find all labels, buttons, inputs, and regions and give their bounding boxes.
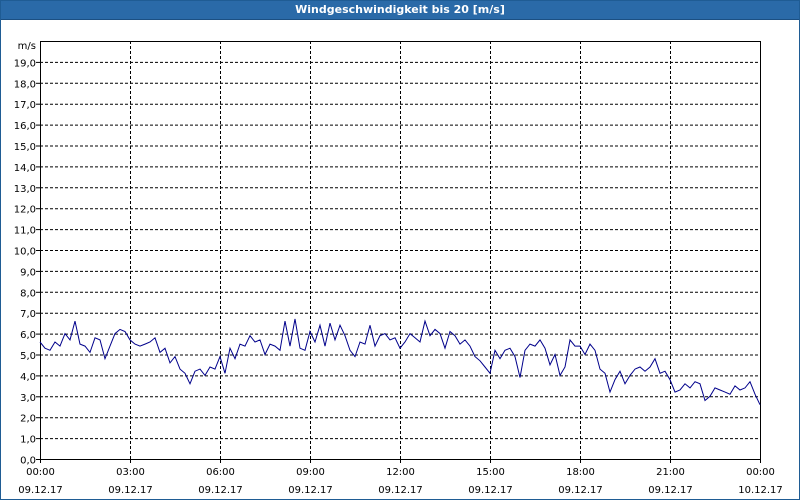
y-tick-label: 19,0 <box>14 58 36 69</box>
x-tick-date-label: 09.12.17 <box>558 485 603 496</box>
y-tick-label: 2,0 <box>20 414 36 425</box>
y-tick-label: 0,0 <box>20 456 36 467</box>
x-tick-time-label: 06:00 <box>206 467 235 478</box>
y-tick-label: 11,0 <box>14 226 36 237</box>
y-tick-label: 15,0 <box>14 142 36 153</box>
x-tick-date-label: 09.12.17 <box>288 485 333 496</box>
x-tick-date-label: 09.12.17 <box>378 485 423 496</box>
x-tick-time-label: 00:00 <box>26 467 55 478</box>
x-tick-time-label: 21:00 <box>656 467 685 478</box>
y-tick-label: 14,0 <box>14 163 36 174</box>
x-tick-time-label: 15:00 <box>476 467 505 478</box>
y-tick-label: 12,0 <box>14 205 36 216</box>
y-axis-label: m/s <box>18 41 36 52</box>
y-tick-label: 5,0 <box>20 351 36 362</box>
y-tick-label: 1,0 <box>20 435 36 446</box>
x-tick-date-label: 09.12.17 <box>648 485 693 496</box>
y-tick-label: 13,0 <box>14 184 36 195</box>
y-tick-label: 16,0 <box>14 121 36 132</box>
y-tick-label: 17,0 <box>14 100 36 111</box>
y-tick-label: 7,0 <box>20 309 36 320</box>
y-tick-label: 18,0 <box>14 79 36 90</box>
x-tick-time-label: 09:00 <box>296 467 325 478</box>
x-tick-time-label: 03:00 <box>116 467 145 478</box>
window-title: Windgeschwindigkeit bis 20 [m/s] <box>1 1 799 20</box>
x-tick-date-label: 09.12.17 <box>18 485 63 496</box>
x-tick-date-label: 09.12.17 <box>468 485 513 496</box>
x-tick-date-label: 09.12.17 <box>108 485 153 496</box>
y-tick-label: 3,0 <box>20 393 36 404</box>
x-tick-time-label: 18:00 <box>566 467 595 478</box>
x-tick-time-label: 00:00 <box>746 467 775 478</box>
y-tick-label: 10,0 <box>14 247 36 258</box>
y-tick-label: 4,0 <box>20 372 36 383</box>
x-tick-time-label: 12:00 <box>386 467 415 478</box>
y-tick-label: 9,0 <box>20 267 36 278</box>
y-tick-label: 8,0 <box>20 288 36 299</box>
x-tick-date-label: 10.12.17 <box>738 485 783 496</box>
x-tick-date-label: 09.12.17 <box>198 485 243 496</box>
line-chart: 0,0 1,0 2,0 3,0 4,0 5,0 6,0 7,0 8,0 9,0 10,0 11,0 12… <box>14 41 783 496</box>
chart-window: Windgeschwindigkeit bis 20 [m/s] 0,0 1,0 2… <box>0 0 800 500</box>
y-tick-label: 6,0 <box>20 330 36 341</box>
